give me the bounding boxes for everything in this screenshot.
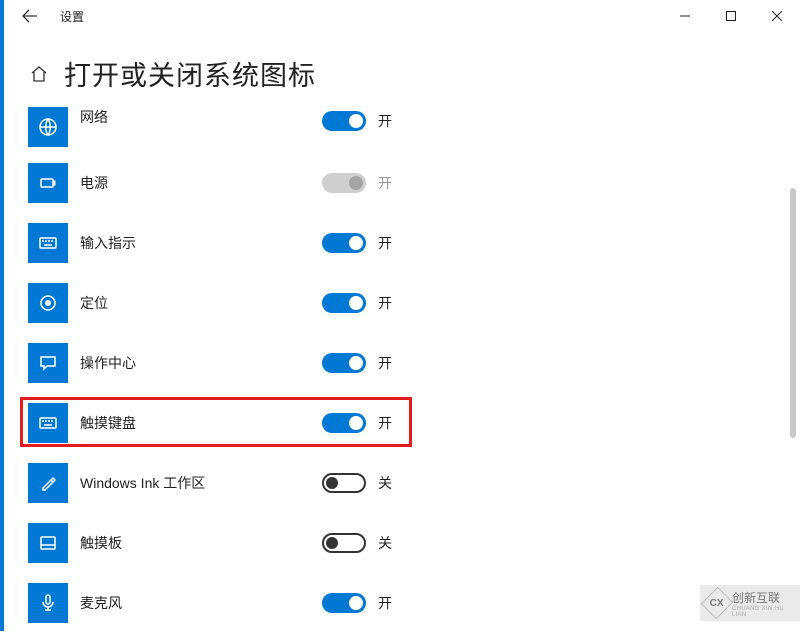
power-icon — [28, 163, 68, 203]
toggle-microphone[interactable] — [322, 593, 366, 613]
toggle-location[interactable] — [322, 293, 366, 313]
setting-label: 操作中心 — [80, 353, 136, 373]
toggle-touch-keyboard[interactable] — [322, 413, 366, 433]
setting-label: Windows Ink 工作区 — [80, 473, 205, 493]
settings-list: 网络 开 电源 开 输入指示 开 定位 开 — [4, 107, 800, 633]
setting-label: 输入指示 — [80, 233, 136, 253]
minimize-button[interactable] — [662, 0, 708, 32]
toggle-state: 开 — [378, 293, 392, 313]
toggle-network[interactable] — [322, 111, 366, 131]
maximize-button[interactable] — [708, 0, 754, 32]
setting-label: 定位 — [80, 293, 108, 313]
toggle-state: 开 — [378, 111, 392, 131]
action-center-icon — [28, 343, 68, 383]
page-header: 打开或关闭系统图标 — [4, 32, 800, 107]
toggle-state: 开 — [378, 413, 392, 433]
ink-icon — [28, 463, 68, 503]
setting-label: 电源 — [80, 173, 108, 193]
window-title: 设置 — [60, 8, 84, 25]
toggle-state: 开 — [378, 353, 392, 373]
setting-label: 触摸板 — [80, 533, 122, 553]
touch-keyboard-icon — [28, 403, 68, 443]
close-button[interactable] — [754, 0, 800, 32]
setting-row-action-center: 操作中心 开 — [28, 333, 800, 393]
setting-row-location: 定位 开 — [28, 273, 800, 333]
keyboard-icon — [28, 223, 68, 263]
setting-label: 触摸键盘 — [80, 413, 136, 433]
home-icon[interactable] — [28, 63, 50, 85]
toggle-ime[interactable] — [322, 233, 366, 253]
setting-row-power: 电源 开 — [28, 153, 800, 213]
setting-row-ime: 输入指示 开 — [28, 213, 800, 273]
page-title: 打开或关闭系统图标 — [64, 54, 316, 93]
setting-label: 网络 — [80, 107, 108, 127]
setting-row-windows-ink: Windows Ink 工作区 关 — [28, 453, 800, 513]
network-icon — [28, 107, 68, 147]
toggle-state: 开 — [378, 233, 392, 253]
toggle-state: 开 — [378, 173, 392, 193]
watermark-logo: CX — [701, 587, 733, 619]
watermark: CX 创新互联 CHUANG XIN HU LIAN — [700, 585, 800, 621]
setting-row-touchpad: 触摸板 关 — [28, 513, 800, 573]
watermark-brand: 创新互联 — [732, 589, 794, 606]
window-controls — [662, 0, 800, 32]
setting-row-touch-keyboard: 触摸键盘 开 — [28, 393, 800, 453]
toggle-touchpad[interactable] — [322, 533, 366, 553]
watermark-sub: CHUANG XIN HU LIAN — [732, 606, 794, 618]
toggle-state: 关 — [378, 473, 392, 493]
setting-row-microphone: 麦克风 开 — [28, 573, 800, 633]
toggle-state: 开 — [378, 593, 392, 613]
toggle-state: 关 — [378, 533, 392, 553]
toggle-action-center[interactable] — [322, 353, 366, 373]
setting-label: 麦克风 — [80, 593, 122, 613]
location-icon — [28, 283, 68, 323]
setting-row-network: 网络 开 — [28, 107, 800, 153]
touchpad-icon — [28, 523, 68, 563]
toggle-power — [322, 173, 366, 193]
back-button[interactable] — [18, 4, 42, 28]
microphone-icon — [28, 583, 68, 623]
scrollbar[interactable] — [790, 188, 796, 438]
toggle-windows-ink[interactable] — [322, 473, 366, 493]
